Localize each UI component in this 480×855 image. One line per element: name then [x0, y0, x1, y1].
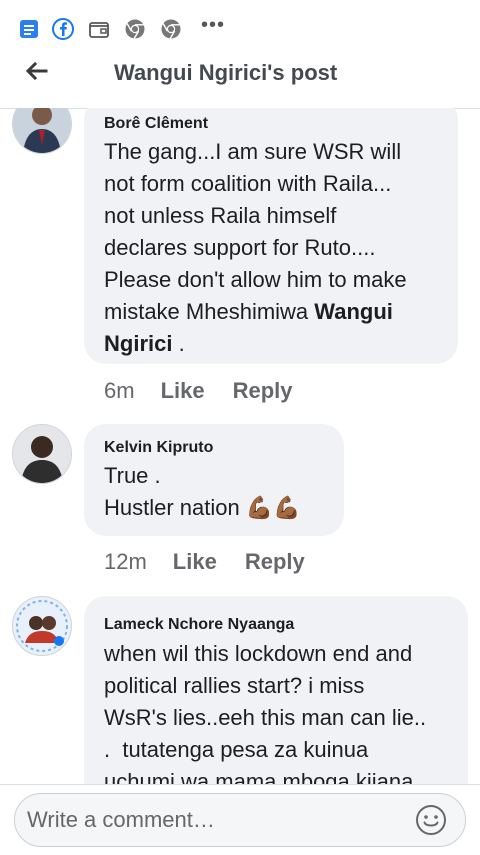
mention-link[interactable]: Wangui	[314, 299, 393, 324]
comment-author[interactable]: Borê Clêment	[104, 115, 208, 133]
flexed-biceps-emoji: 💪🏾💪🏾	[245, 495, 301, 520]
comment-input[interactable]	[25, 804, 409, 836]
comment-line: not form coalition with Raila...	[104, 171, 392, 196]
wallet-icon	[89, 22, 109, 38]
post-header: Wangui Ngirici's post	[0, 56, 480, 109]
avatar[interactable]	[12, 108, 72, 154]
comment-meta: 12m Like Reply	[104, 549, 305, 575]
comment-text: The gang...I am sure WSR will not form co…	[104, 136, 454, 360]
comment-line: Hustler nation	[104, 495, 246, 520]
comment-composer[interactable]	[14, 793, 466, 847]
avatar[interactable]	[12, 424, 72, 484]
chrome-icon	[125, 19, 145, 39]
reply-button[interactable]: Reply	[245, 549, 305, 574]
more-notifications-icon: •••	[201, 14, 226, 36]
comment-line: declares support for Ruto....	[104, 235, 376, 260]
comment-line: True .	[104, 463, 161, 488]
user-photo-icon	[13, 108, 71, 153]
notes-icon	[20, 20, 38, 38]
comment-time[interactable]: 6m	[104, 378, 135, 403]
like-button[interactable]: Like	[173, 549, 217, 574]
comment-bubble[interactable]: Kelvin Kipruto True . Hustler nation 💪🏾💪🏾	[84, 424, 344, 536]
status-bar: •••	[0, 0, 480, 56]
comment-meta: 6m Like Reply	[104, 378, 293, 404]
facebook-icon	[52, 18, 74, 40]
comment-line: political rallies start? i miss	[104, 673, 365, 698]
like-button[interactable]: Like	[161, 378, 205, 403]
comment-text: when wil this lockdown end and political …	[104, 638, 466, 784]
smiley-icon[interactable]	[415, 804, 447, 836]
comment-author[interactable]: Kelvin Kipruto	[104, 439, 213, 457]
avatar[interactable]	[12, 596, 72, 656]
comment-bubble[interactable]: Borê Clêment The gang...I am sure WSR wi…	[84, 108, 458, 364]
comments-list[interactable]: Borê Clêment The gang...I am sure WSR wi…	[0, 108, 480, 784]
comment-line: mistake Mheshimiwa	[104, 299, 315, 324]
comment-line: when wil this lockdown end and	[104, 641, 413, 666]
comment-author[interactable]: Lameck Nchore Nyaanga	[104, 616, 294, 634]
reply-button[interactable]: Reply	[233, 378, 293, 403]
user-photo-icon	[13, 425, 71, 483]
chrome-icon	[161, 19, 181, 39]
comment-composer-bar	[0, 784, 480, 855]
comment-line: WsR's lies..eeh this man can lie..	[104, 705, 427, 730]
comment-line: not unless Raila himself	[104, 203, 337, 228]
comment-line: Please don't allow him to make	[104, 267, 407, 292]
page-title: Wangui Ngirici's post	[114, 60, 338, 85]
comment-text: True . Hustler nation 💪🏾💪🏾	[104, 460, 340, 524]
comment-time[interactable]: 12m	[104, 549, 147, 574]
comment-line: . tutatenga pesa za kuinua	[104, 737, 369, 762]
back-arrow-icon[interactable]	[22, 58, 50, 86]
comment-bubble[interactable]: Lameck Nchore Nyaanga when wil this lock…	[84, 596, 468, 784]
user-photo-icon	[13, 597, 71, 655]
comment-line: uchumi wa mama mboga,kijana	[104, 769, 414, 784]
comment-punctuation: .	[172, 331, 185, 356]
mention-link[interactable]: Ngirici	[104, 331, 172, 356]
comment-line: The gang...I am sure WSR will	[104, 139, 402, 164]
